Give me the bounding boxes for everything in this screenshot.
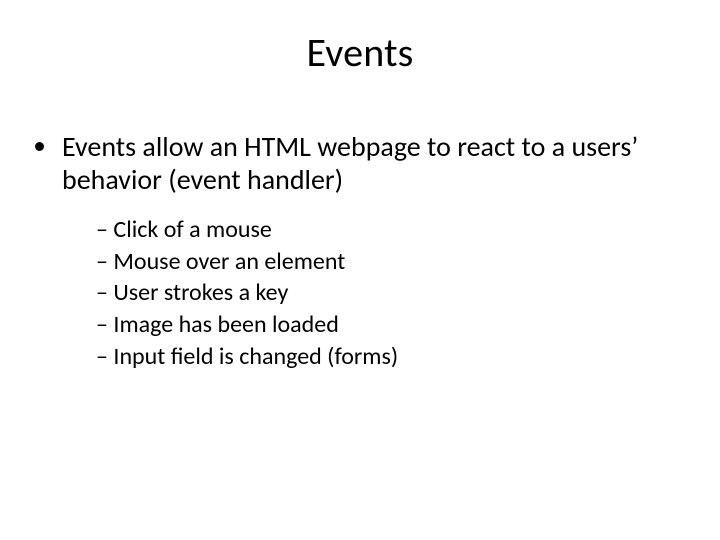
bullet-text: Image has been loaded: [113, 310, 338, 339]
bullet-text: Input field is changed (forms): [113, 342, 398, 371]
slide: Events Events allow an HTML webpage to r…: [0, 0, 720, 540]
bullet-text: Mouse over an element: [113, 247, 345, 276]
list-item: Mouse over an element: [96, 246, 682, 278]
slide-body: Events allow an HTML webpage to react to…: [38, 130, 682, 396]
slide-title: Events: [0, 28, 720, 77]
bullet-text: Events allow an HTML webpage to react to…: [62, 129, 638, 197]
bullet-text: User strokes a key: [113, 278, 288, 307]
list-item: Click of a mouse: [96, 214, 682, 246]
list-item: Image has been loaded: [96, 309, 682, 341]
list-item: User strokes a key: [96, 277, 682, 309]
bullet-list-level2: Click of a mouse Mouse over an element U…: [62, 214, 682, 372]
bullet-list-level1: Events allow an HTML webpage to react to…: [38, 130, 682, 372]
bullet-text: Click of a mouse: [113, 215, 271, 244]
list-item: Events allow an HTML webpage to react to…: [60, 130, 682, 372]
list-item: Input field is changed (forms): [96, 341, 682, 373]
